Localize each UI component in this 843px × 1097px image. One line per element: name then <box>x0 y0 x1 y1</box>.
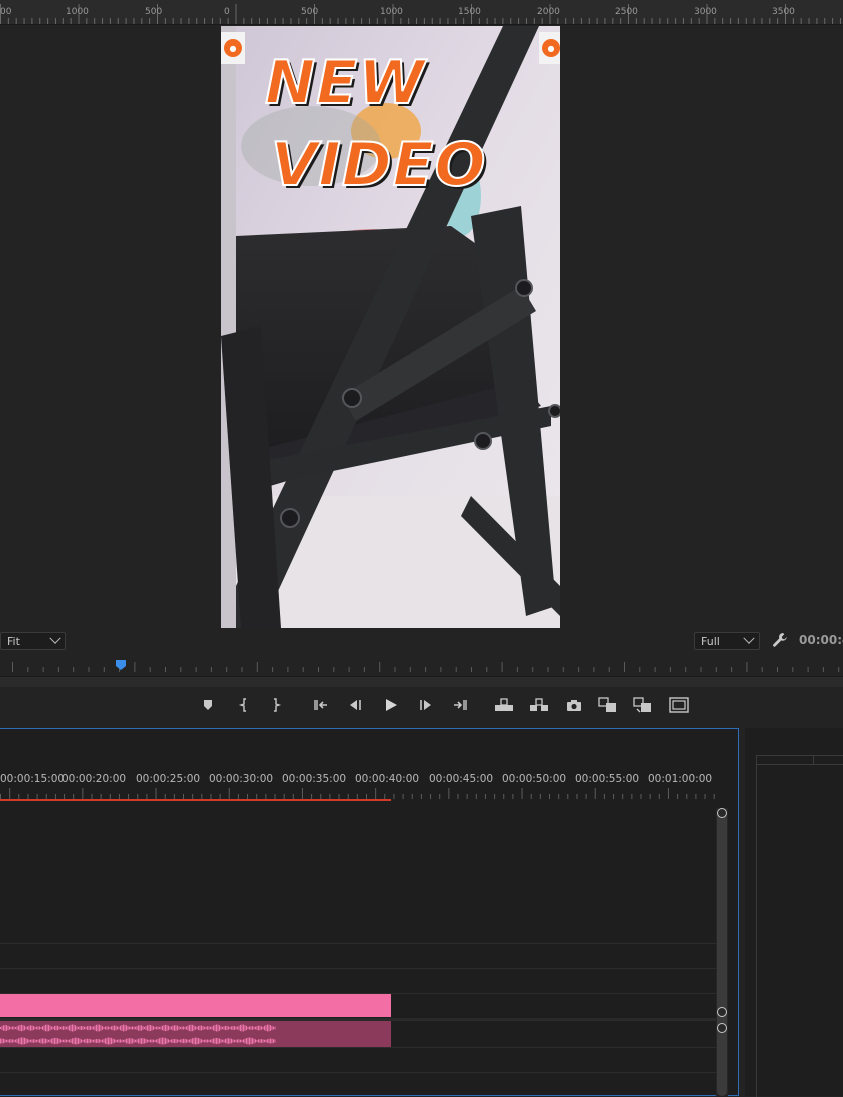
scroll-handle-top[interactable] <box>717 808 727 818</box>
timecode-label: 00:00:45:00 <box>429 773 494 785</box>
top-ruler: 00 1000 500 0 500 1000 1500 2000 2500 30… <box>0 0 843 25</box>
zoom-level-value: Fit <box>7 634 20 648</box>
timecode-label: 00:00:20:00 <box>62 773 127 785</box>
timecode-label: 00:00:15:00 <box>0 773 65 785</box>
timecode-label: 00:01:00:00 <box>648 773 713 785</box>
ruler-label: 2000 <box>537 7 560 17</box>
ruler-label: 0 <box>224 7 230 17</box>
video-clip[interactable] <box>0 994 391 1017</box>
logo-icon: ● <box>542 39 560 57</box>
audio-clip[interactable] <box>0 1021 391 1047</box>
safe-margins-icon[interactable] <box>666 692 692 718</box>
ruler-label: 00 <box>0 7 12 17</box>
program-video-frame[interactable]: NEW VIDEO ● ● <box>221 26 560 628</box>
wrench-icon[interactable] <box>772 632 788 648</box>
toggle-proxies-icon[interactable] <box>630 692 656 718</box>
zoom-level-dropdown[interactable]: Fit <box>0 632 66 650</box>
marker-icon[interactable] <box>195 692 221 718</box>
ruler-label: 3500 <box>772 7 795 17</box>
camera-icon[interactable] <box>561 692 587 718</box>
timecode-label: 00:00:55:00 <box>575 773 640 785</box>
comparison-view-icon[interactable] <box>595 692 621 718</box>
mark-out-icon[interactable] <box>263 692 289 718</box>
timecode-label: 00:00:25:00 <box>136 773 201 785</box>
title-text-video: VIDEO <box>270 129 487 201</box>
playback-resolution-dropdown[interactable]: Full <box>694 632 760 650</box>
step-back-icon[interactable] <box>342 692 368 718</box>
playback-resolution-value: Full <box>701 634 720 648</box>
monitor-scrollbar[interactable] <box>0 676 843 687</box>
work-area-bar[interactable] <box>0 799 391 801</box>
track-divider <box>0 943 716 944</box>
track-divider <box>0 1072 716 1073</box>
scroll-handle-middle[interactable] <box>717 1007 727 1017</box>
audio-meters-box <box>756 764 843 1097</box>
go-to-in-icon[interactable] <box>308 692 334 718</box>
scroll-handle-audio[interactable] <box>717 1023 727 1033</box>
ruler-label: 3000 <box>694 7 717 17</box>
ruler-label: 1500 <box>458 7 481 17</box>
chevron-down-icon <box>743 632 755 644</box>
monitor-mini-timeline[interactable] <box>0 656 843 676</box>
timecode-label: 00:00:30:00 <box>209 773 274 785</box>
program-timecode[interactable]: 00:00:4 <box>799 633 843 647</box>
logo-icon: ● <box>224 39 242 57</box>
ruler-label: 1000 <box>380 7 403 17</box>
lift-icon[interactable] <box>491 692 517 718</box>
track-divider <box>0 1047 716 1048</box>
transport-controls <box>0 692 843 718</box>
title-text-new: NEW <box>264 47 426 119</box>
play-icon[interactable] <box>378 692 404 718</box>
timecode-label: 00:00:35:00 <box>282 773 347 785</box>
ruler-label: 500 <box>301 7 319 17</box>
ruler-label: 2500 <box>615 7 638 17</box>
timeline-scroll-thumb[interactable] <box>717 812 727 1096</box>
chevron-down-icon <box>49 632 61 644</box>
ruler-label: 1000 <box>66 7 89 17</box>
go-to-out-icon[interactable] <box>447 692 473 718</box>
logo-badge-left: ● <box>221 32 245 64</box>
ruler-label: 500 <box>145 7 163 17</box>
timecode-label: 00:00:40:00 <box>355 773 420 785</box>
step-forward-icon[interactable] <box>413 692 439 718</box>
logo-badge-right: ● <box>539 32 560 64</box>
track-divider <box>0 968 716 969</box>
mark-in-icon[interactable] <box>231 692 257 718</box>
audio-waveform <box>0 1024 276 1045</box>
timecode-label: 00:00:50:00 <box>502 773 567 785</box>
extract-icon[interactable] <box>526 692 552 718</box>
